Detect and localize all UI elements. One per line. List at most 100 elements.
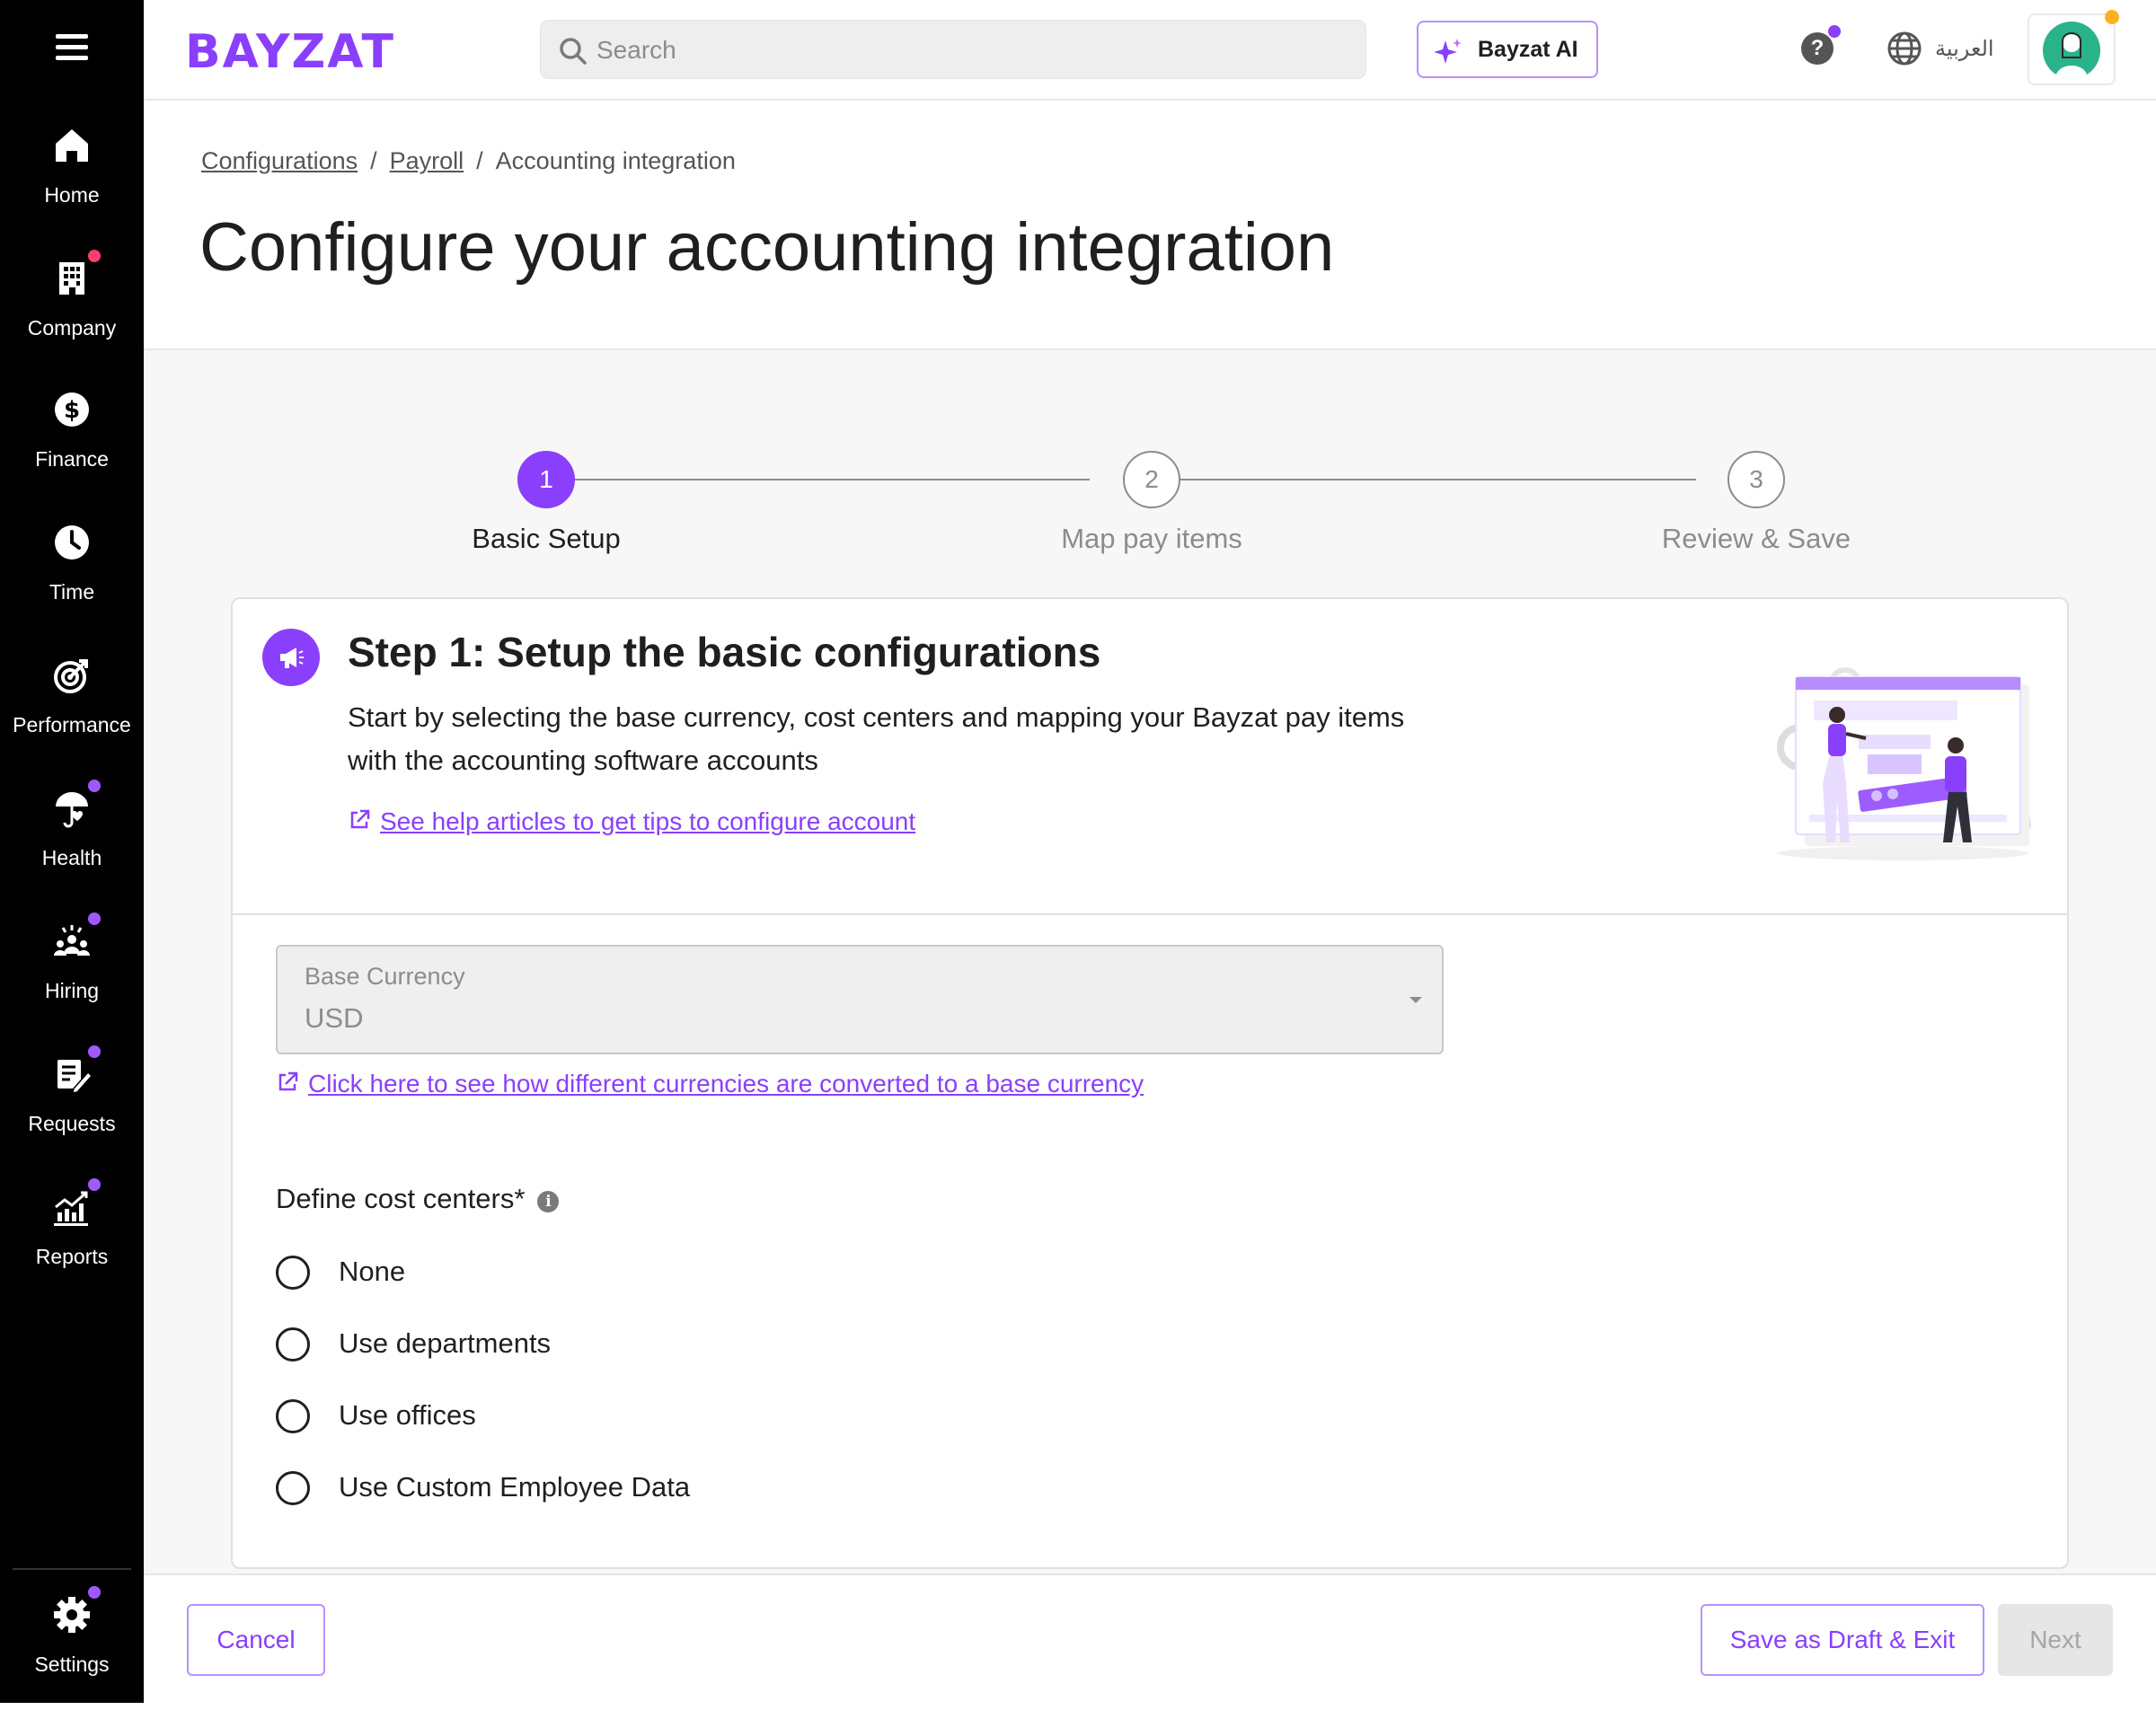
- breadcrumb-separator: /: [476, 147, 483, 174]
- notification-dot: [1828, 25, 1841, 38]
- radio-circle[interactable]: [276, 1399, 310, 1433]
- currency-conversion-label: Click here to see how different currenci…: [308, 1070, 1144, 1097]
- radio-label: Use departments: [339, 1327, 552, 1359]
- breadcrumb-separator: /: [370, 147, 377, 174]
- external-link-icon: [278, 1071, 298, 1091]
- notification-dot: [88, 1586, 101, 1599]
- sparkle-icon: [1434, 39, 1462, 64]
- sidebar-item-company[interactable]: Company: [0, 250, 144, 374]
- bayzat-ai-label: Bayzat AI: [1478, 37, 1578, 62]
- step-label: Map pay items: [1061, 523, 1242, 554]
- step-number: 2: [1123, 451, 1180, 508]
- radio-label: None: [339, 1256, 406, 1287]
- setup-card: Step 1: Setup the basic configurations S…: [231, 597, 2069, 1569]
- page-title: Configure your accounting integration: [199, 209, 1335, 286]
- dollar-icon: $: [50, 388, 93, 431]
- avatar: [2043, 22, 2100, 79]
- people-icon: [50, 912, 101, 963]
- step-number: 1: [517, 451, 575, 508]
- building-icon: [50, 250, 101, 300]
- radio-circle[interactable]: [276, 1327, 310, 1362]
- bayzat-ai-button[interactable]: Bayzat AI: [1417, 21, 1598, 78]
- home-icon: [50, 124, 93, 167]
- external-link-icon: [350, 809, 370, 829]
- cancel-button[interactable]: Cancel: [187, 1604, 325, 1676]
- bayzat-logo[interactable]: BAYZAT: [185, 25, 395, 79]
- cost-centers-title: Define cost centers*: [276, 1183, 526, 1214]
- step-number: 3: [1727, 451, 1785, 508]
- step-basic-setup[interactable]: 1 Basic Setup: [358, 451, 735, 555]
- hamburger-icon[interactable]: [56, 34, 88, 61]
- breadcrumb-current: Accounting integration: [495, 147, 736, 174]
- help-articles-label: See help articles to get tips to configu…: [380, 807, 916, 835]
- radio-label: Use Custom Employee Data: [339, 1471, 691, 1503]
- help-articles-link[interactable]: See help articles to get tips to configu…: [348, 807, 915, 836]
- breadcrumb-payroll[interactable]: Payroll: [390, 147, 464, 174]
- sidebar-item-label: Settings: [34, 1653, 110, 1676]
- search-input[interactable]: [596, 31, 1333, 69]
- action-footer: Cancel Save as Draft & Exit Next: [144, 1573, 2156, 1703]
- save-draft-button[interactable]: Save as Draft & Exit: [1701, 1604, 1984, 1676]
- next-button[interactable]: Next: [1998, 1604, 2113, 1676]
- search-box[interactable]: [540, 20, 1366, 79]
- page-header: Configurations / Payroll / Accounting integr…: [144, 101, 2156, 350]
- search-icon: [560, 38, 587, 65]
- sidebar-item-time[interactable]: Time: [0, 521, 144, 638]
- radio-label: Use offices: [339, 1399, 476, 1431]
- card-description: Start by selecting the base currency, co…: [348, 701, 1405, 776]
- step-map-pay-items[interactable]: 2 Map pay items: [963, 451, 1340, 555]
- chevron-down-icon: [1409, 997, 1422, 1003]
- sidebar-item-label: Performance: [13, 713, 131, 736]
- radio-circle[interactable]: [276, 1471, 310, 1505]
- card-header: Step 1: Setup the basic configurations S…: [233, 599, 2067, 915]
- sidebar-item-label: Health: [41, 846, 102, 869]
- notification-dot: [88, 912, 101, 925]
- sidebar-item-label: Reports: [35, 1245, 109, 1268]
- user-avatar-button[interactable]: [2028, 10, 2119, 85]
- sidebar-item-hiring[interactable]: Hiring: [0, 912, 144, 1036]
- umbrella-heart-icon: [50, 780, 101, 830]
- globe-icon: [1887, 31, 1922, 66]
- help-icon[interactable]: ?: [1801, 25, 1841, 65]
- gear-icon: [50, 1586, 101, 1636]
- sidebar-item-health[interactable]: Health: [0, 780, 144, 903]
- base-currency-value: USD: [305, 1002, 364, 1034]
- base-currency-select[interactable]: Base Currency USD: [276, 945, 1444, 1054]
- clock-icon: [50, 521, 93, 564]
- sidebar-item-label: Company: [27, 316, 117, 339]
- sidebar-item-settings[interactable]: Settings: [0, 1586, 144, 1710]
- notification-dot: [88, 1178, 101, 1191]
- step-review-save[interactable]: 3 Review & Save: [1568, 451, 1945, 555]
- language-label: العربية: [1935, 36, 1994, 61]
- breadcrumb-configurations[interactable]: Configurations: [201, 147, 358, 174]
- target-icon: [50, 654, 93, 697]
- radio-circle[interactable]: [276, 1256, 310, 1290]
- sidebar-item-home[interactable]: Home: [0, 124, 144, 241]
- cost-centers-heading: Define cost centers* i: [276, 1183, 560, 1215]
- step-label: Basic Setup: [472, 523, 621, 554]
- sidebar-item-reports[interactable]: Reports: [0, 1178, 144, 1302]
- sidebar-item-performance[interactable]: Performance: [0, 654, 144, 771]
- card-title: Step 1: Setup the basic configurations: [348, 629, 1101, 675]
- base-currency-label: Base Currency: [305, 963, 465, 990]
- sidebar-item-finance[interactable]: $ Finance: [0, 388, 144, 505]
- top-bar: BAYZAT Bayzat AI ? العربية: [144, 0, 2156, 101]
- breadcrumb: Configurations / Payroll / Accounting integr…: [201, 147, 736, 175]
- notification-dot: [88, 1045, 101, 1058]
- currency-conversion-link[interactable]: Click here to see how different currenci…: [276, 1070, 1144, 1098]
- sidebar: Home Company $ Finance Time Performance …: [0, 0, 144, 1703]
- notification-dot: [88, 780, 101, 792]
- sidebar-item-requests[interactable]: Requests: [0, 1045, 144, 1169]
- chart-icon: [50, 1178, 101, 1229]
- sidebar-item-label: Finance: [35, 447, 109, 471]
- step-label: Review & Save: [1661, 523, 1851, 554]
- clipboard-edit-icon: [50, 1045, 101, 1096]
- setup-illustration: [1777, 667, 2031, 860]
- sidebar-item-label: Home: [44, 183, 100, 207]
- info-icon[interactable]: i: [537, 1191, 560, 1212]
- status-dot: [2105, 10, 2119, 24]
- sidebar-divider: [13, 1568, 131, 1570]
- sidebar-item-label: Requests: [28, 1112, 116, 1135]
- sidebar-item-label: Hiring: [44, 979, 100, 1002]
- main-content: 1 Basic Setup 2 Map pay items 3 Review &…: [144, 350, 2156, 1573]
